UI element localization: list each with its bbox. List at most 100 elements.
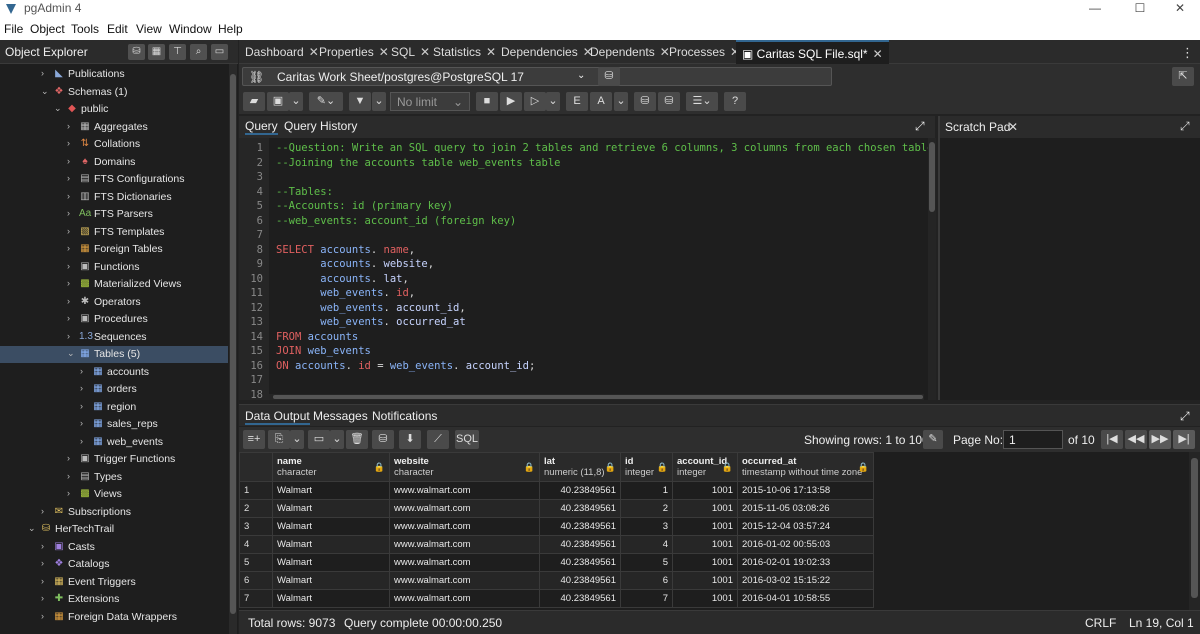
table-cell[interactable]: Walmart: [272, 571, 390, 590]
code-line[interactable]: --Joining the accounts table web_events …: [276, 157, 560, 169]
chevron-icon[interactable]: ›: [67, 488, 70, 498]
table-row[interactable]: 5 Walmart www.walmart.com 40.23849561 5 1001 2…: [239, 553, 874, 572]
column-header-name[interactable]: name character 🔒: [272, 452, 390, 482]
chevron-icon[interactable]: ›: [67, 471, 70, 481]
stop-icon[interactable]: ■: [476, 92, 498, 111]
grid-scrollbar[interactable]: [1189, 452, 1200, 610]
tree-node[interactable]: › ▣ Functions: [0, 259, 228, 276]
help-icon[interactable]: ?: [724, 92, 746, 111]
row-number[interactable]: 4: [239, 535, 273, 554]
add-row-icon[interactable]: ≡+: [243, 430, 265, 449]
table-cell[interactable]: www.walmart.com: [389, 481, 540, 500]
column-header-lat[interactable]: lat numeric (11,8) 🔒: [539, 452, 621, 482]
table-row[interactable]: 1 Walmart www.walmart.com 40.23849561 1 1001 2…: [239, 481, 874, 500]
chevron-icon[interactable]: ›: [67, 453, 70, 463]
tab-query-file[interactable]: ▣ Caritas SQL File.sql* ✕: [736, 40, 889, 64]
column-header-website[interactable]: website character 🔒: [389, 452, 540, 482]
table-cell[interactable]: 40.23849561: [539, 553, 621, 572]
explain-icon[interactable]: E: [566, 92, 588, 111]
table-cell[interactable]: 40.23849561: [539, 517, 621, 536]
tree-node[interactable]: › ▩ Materialized Views: [0, 276, 228, 293]
graph-visualiser-icon[interactable]: ⟋: [427, 430, 449, 449]
chevron-icon[interactable]: ⌄: [67, 348, 75, 359]
minimize-button[interactable]: —: [1080, 0, 1110, 18]
query-tool-icon[interactable]: ⛁: [128, 44, 145, 60]
table-cell[interactable]: 2016-03-02 15:15:22: [737, 571, 874, 590]
editor-horizontal-scrollbar[interactable]: [269, 394, 924, 400]
table-cell[interactable]: www.walmart.com: [389, 517, 540, 536]
table-cell[interactable]: www.walmart.com: [389, 535, 540, 554]
table-cell[interactable]: www.walmart.com: [389, 499, 540, 518]
close-icon[interactable]: ✕: [873, 47, 883, 61]
tab-data-output[interactable]: Data Output: [245, 409, 310, 425]
tree-node[interactable]: ⌄ ❖ Schemas (1): [0, 84, 228, 101]
copy-icon[interactable]: ⎘: [268, 430, 290, 449]
table-cell[interactable]: 6: [620, 571, 673, 590]
table-cell[interactable]: 2015-12-04 03:57:24: [737, 517, 874, 536]
previous-page-icon[interactable]: ◀◀: [1125, 430, 1147, 449]
table-cell[interactable]: www.walmart.com: [389, 553, 540, 572]
more-options-icon[interactable]: ⋮: [1181, 45, 1194, 61]
tree-node[interactable]: › ▩ Views: [0, 486, 228, 503]
tab-notifications[interactable]: Notifications: [372, 409, 437, 423]
menu-tools[interactable]: Tools: [71, 22, 99, 36]
new-connection-icon[interactable]: ⛁: [598, 67, 620, 86]
tree-node[interactable]: › ▣ Procedures: [0, 311, 228, 328]
table-cell[interactable]: 1001: [672, 517, 738, 536]
download-icon[interactable]: ⬇: [399, 430, 421, 449]
tree-node[interactable]: › ✚ Extensions: [0, 591, 228, 608]
table-cell[interactable]: 1001: [672, 499, 738, 518]
menu-file[interactable]: File: [4, 22, 23, 36]
execute-icon[interactable]: ▶: [500, 92, 522, 111]
table-row[interactable]: 3 Walmart www.walmart.com 40.23849561 3 1001 2…: [239, 517, 874, 536]
row-number[interactable]: 3: [239, 517, 273, 536]
code-line[interactable]: JOIN web_events: [276, 345, 371, 357]
editor-vertical-scrollbar[interactable]: [928, 138, 936, 400]
save-file-icon[interactable]: ▣: [267, 92, 289, 111]
table-row[interactable]: 2 Walmart www.walmart.com 40.23849561 2 1001 2…: [239, 499, 874, 518]
first-page-icon[interactable]: |◀: [1101, 430, 1123, 449]
menu-window[interactable]: Window: [169, 22, 212, 36]
table-cell[interactable]: 2: [620, 499, 673, 518]
tree-node[interactable]: › ▣ Trigger Functions: [0, 451, 228, 468]
execute-options-icon[interactable]: ▷: [524, 92, 546, 111]
data-grid[interactable]: name character 🔒 website character 🔒 lat numeri…: [239, 452, 1189, 610]
table-row[interactable]: 4 Walmart www.walmart.com 40.23849561 4 1001 2…: [239, 535, 874, 554]
row-number[interactable]: 1: [239, 481, 273, 500]
chevron-icon[interactable]: ›: [67, 121, 70, 131]
table-cell[interactable]: Walmart: [272, 535, 390, 554]
next-page-icon[interactable]: ▶▶: [1149, 430, 1171, 449]
chevron-down-icon[interactable]: ⌄: [330, 430, 344, 449]
row-limit-select[interactable]: No limit ⌄: [390, 92, 470, 111]
tab-processes[interactable]: Processes✕: [663, 40, 746, 64]
chevron-icon[interactable]: ›: [80, 436, 83, 446]
tree-node[interactable]: › ▣ Casts: [0, 539, 228, 556]
table-cell[interactable]: 4: [620, 535, 673, 554]
table-cell[interactable]: 40.23849561: [539, 535, 621, 554]
sql-button[interactable]: SQL: [455, 430, 479, 449]
chevron-icon[interactable]: ›: [67, 313, 70, 323]
table-cell[interactable]: www.walmart.com: [389, 589, 540, 608]
code-line[interactable]: --Tables:: [276, 186, 333, 198]
tree-node[interactable]: › ▧ FTS Templates: [0, 224, 228, 241]
code-line[interactable]: web_events. id,: [276, 287, 415, 299]
tab-dashboard[interactable]: Dashboard ✕: [239, 40, 325, 64]
tree-node[interactable]: › ◣ Publications: [0, 66, 228, 83]
tree-node[interactable]: › ⇅ Collations: [0, 136, 228, 153]
view-data-icon[interactable]: ▦: [148, 44, 165, 60]
tree-node[interactable]: › ▦ Foreign Tables: [0, 241, 228, 258]
chevron-icon[interactable]: ›: [80, 401, 83, 411]
delete-icon[interactable]: 🗑: [346, 430, 368, 449]
scratch-pad-panel[interactable]: Scratch Pad ✕ ⤢: [938, 116, 1200, 400]
rollback-icon[interactable]: ⛁: [658, 92, 680, 111]
tree-node[interactable]: › ♠ Domains: [0, 154, 228, 171]
tree-node[interactable]: › ▦ Aggregates: [0, 119, 228, 136]
tree-node[interactable]: › ▤ FTS Configurations: [0, 171, 228, 188]
edit-icon[interactable]: ✎⌄: [309, 92, 343, 111]
tab-properties[interactable]: Properties ✕: [313, 40, 395, 64]
menu-help[interactable]: Help: [218, 22, 243, 36]
search-icon[interactable]: ⌕: [190, 44, 207, 60]
table-cell[interactable]: 3: [620, 517, 673, 536]
chevron-down-icon[interactable]: ⌄: [546, 92, 560, 111]
chevron-icon[interactable]: ⌄: [54, 103, 62, 114]
